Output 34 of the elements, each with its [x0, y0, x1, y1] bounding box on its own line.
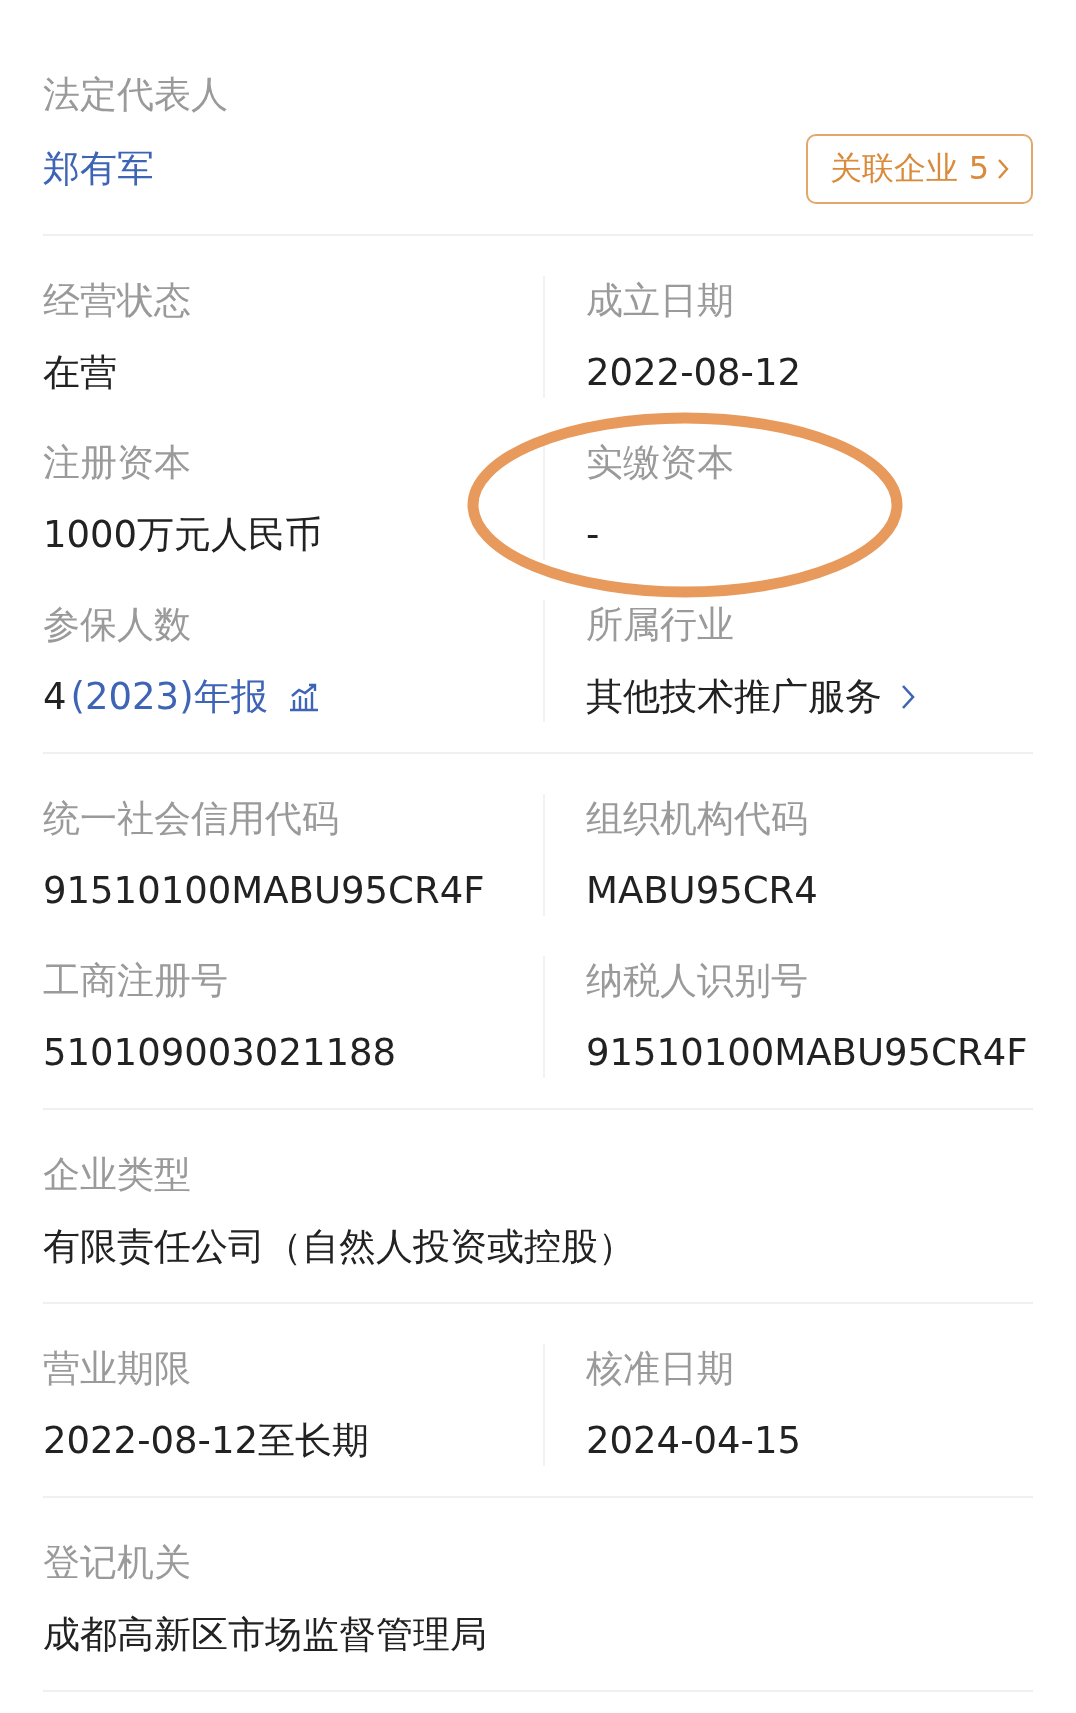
field-label: 企业类型 [43, 1152, 191, 1198]
field-label: 登记机关 [43, 1540, 191, 1586]
field-label: 所属行业 [586, 602, 734, 648]
field-label: 实缴资本 [586, 440, 734, 486]
field-label: 统一社会信用代码 [43, 796, 339, 842]
field-label: 营业期限 [43, 1346, 191, 1392]
field-value: 成都高新区市场监督管理局 [43, 1612, 487, 1658]
field-label: 纳税人识别号 [586, 958, 808, 1004]
field-value: MABU95CR4 [586, 868, 818, 914]
person-link[interactable]: 郑有军 [43, 144, 154, 194]
field-label: 参保人数 [43, 602, 191, 648]
field-label: 核准日期 [586, 1346, 734, 1392]
field-value: 2022-08-12 [586, 350, 802, 396]
field-label: 组织机构代码 [586, 796, 808, 842]
field-label: 法定代表人 [43, 72, 228, 118]
field-label: 注册资本 [43, 440, 191, 486]
field-label: 经营状态 [43, 278, 191, 324]
field-value: 2024-04-15 [586, 1418, 802, 1464]
report-link[interactable]: (2023)年报 [70, 672, 268, 722]
field-label: 工商注册号 [43, 958, 228, 1004]
chevron-icon[interactable] [900, 683, 916, 711]
field-value: 在营 [43, 350, 117, 396]
field-value: - [586, 512, 600, 558]
field-value: 2022-08-12至长期 [43, 1418, 370, 1464]
field-value: 510109003021188 [43, 1030, 397, 1076]
chart-icon[interactable] [287, 682, 320, 712]
field-value: 有限责任公司（自然人投资或控股） [43, 1224, 635, 1270]
field-value: 其他技术推广服务 [586, 674, 882, 720]
field-value: 4 [43, 674, 67, 720]
field-value: 1000万元人民币 [43, 512, 323, 558]
field-value: 91510100MABU95CR4F [43, 868, 485, 914]
chevron-icon [997, 158, 1009, 180]
field-value: 91510100MABU95CR4F [586, 1030, 1028, 1076]
field-label: 成立日期 [586, 278, 734, 324]
